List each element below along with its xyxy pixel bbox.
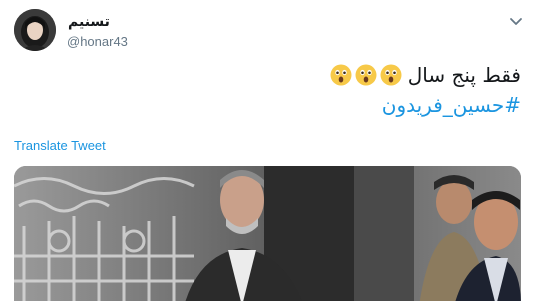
user-avatar-icon xyxy=(14,9,56,51)
user-handle[interactable]: @honar43 xyxy=(67,34,128,49)
emoji-group xyxy=(330,64,402,86)
translate-tweet-link[interactable]: Translate Tweet xyxy=(14,138,106,153)
tweet-body: فقط پنج سال xyxy=(407,63,521,87)
hashtag-link[interactable]: #حسين_فريدون xyxy=(330,90,521,120)
display-name[interactable]: تسنیم xyxy=(68,14,110,30)
astonished-face-icon xyxy=(355,64,377,86)
tweet-card: تسنیم @honar43 فقط پنج سال #حسين_فريدون … xyxy=(0,0,535,301)
tweet-text-line: فقط پنج سال xyxy=(330,60,521,90)
astonished-face-icon xyxy=(380,64,402,86)
chevron-down-icon[interactable] xyxy=(509,14,523,25)
tweet-text: فقط پنج سال #حسين_فريدون xyxy=(330,60,521,120)
avatar[interactable] xyxy=(14,9,56,51)
astonished-face-icon xyxy=(330,64,352,86)
photo-icon xyxy=(14,166,521,301)
tweet-photo[interactable] xyxy=(14,166,521,301)
